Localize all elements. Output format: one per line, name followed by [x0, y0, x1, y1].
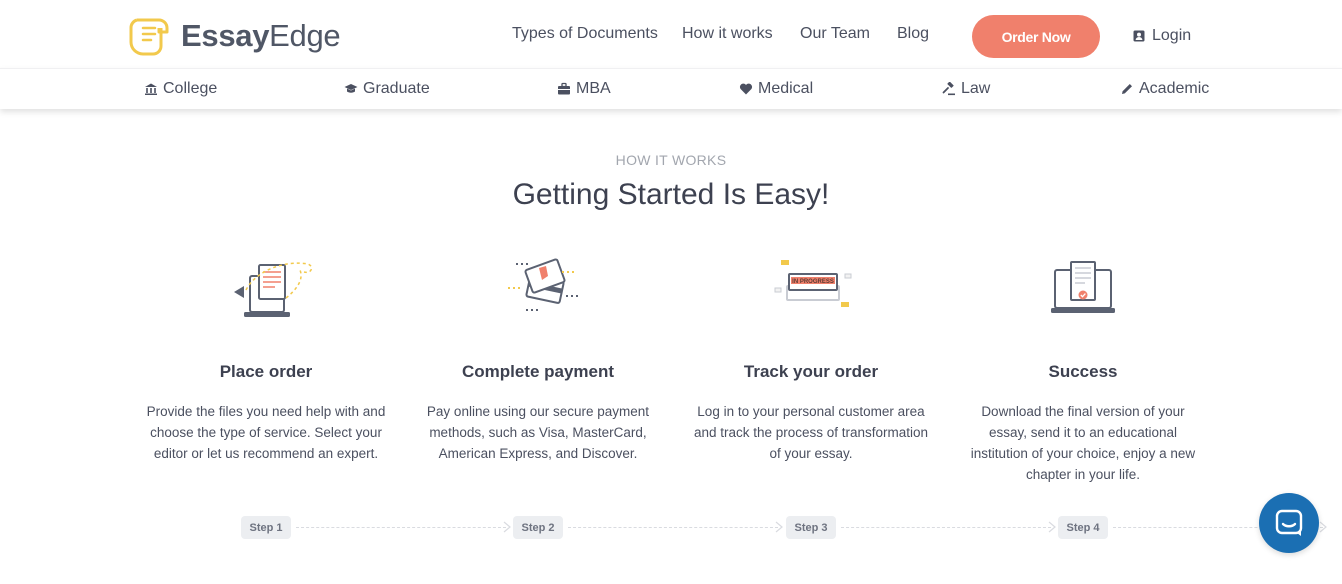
subnav-label: Law: [961, 80, 991, 97]
nav-our-team[interactable]: Our Team: [800, 25, 870, 43]
step-connector: [296, 527, 506, 528]
step-title: Complete payment: [461, 362, 615, 381]
step-pill: Step 2: [513, 516, 563, 539]
step-title: Success: [1048, 362, 1118, 381]
nav-types-of-documents[interactable]: Types of Documents: [512, 25, 658, 43]
step-connector: [568, 527, 778, 528]
briefcase-icon: [558, 82, 570, 95]
nav-blog[interactable]: Blog: [897, 25, 929, 43]
section-title: Getting Started Is Easy!: [512, 178, 830, 211]
step-description: Pay online using our secure payment meth…: [426, 404, 650, 461]
step-title: Place order: [219, 362, 313, 381]
arrow-right-icon: [1319, 521, 1327, 533]
step-pill: Step 1: [241, 516, 291, 539]
subnav-label: Medical: [758, 80, 814, 97]
step-pill: Step 4: [1058, 516, 1108, 539]
arrow-right-icon: [775, 521, 783, 533]
user-icon: [1133, 30, 1145, 42]
step-progress: Step 1 Step 2 Step 3 Step 4: [0, 516, 1342, 540]
subnav-law[interactable]: Law: [942, 80, 990, 98]
subnav-academic[interactable]: Academic: [1120, 80, 1209, 98]
step-card: Success Download the final version of yo…: [963, 250, 1203, 482]
step-card: Complete payment Pay online using our se…: [418, 250, 658, 461]
subnav-mba[interactable]: MBA: [557, 80, 611, 98]
login-link[interactable]: Login: [1133, 27, 1191, 45]
document-category-nav: College Graduate MBA Medical Law Academi…: [0, 68, 1342, 109]
site-header: EssayEdge Types of Documents How it work…: [0, 0, 1342, 68]
chat-bubble-icon: [1275, 509, 1303, 536]
heart-icon: [739, 83, 753, 95]
step-pill: Step 3: [786, 516, 836, 539]
subnav-label: Graduate: [363, 80, 430, 97]
pencil-icon: [1122, 84, 1132, 94]
subnav-graduate[interactable]: Graduate: [344, 80, 430, 98]
chat-launcher-button[interactable]: [1259, 493, 1319, 553]
logo-icon: [129, 18, 169, 56]
step-connector: [841, 527, 1051, 528]
in-progress-badge: IN PROGRESS: [792, 279, 834, 285]
step-description: Log in to your personal customer area an…: [693, 404, 929, 461]
order-now-button[interactable]: Order Now: [972, 15, 1100, 58]
subnav-label: Academic: [1139, 80, 1210, 97]
step-description: Download the final version of your essay…: [970, 404, 1196, 482]
step-card: IN PROGRESS Track your order Log in to y…: [691, 250, 931, 461]
laptop-upload-illustration: [234, 262, 313, 317]
logo[interactable]: EssayEdge: [129, 14, 341, 58]
graduation-cap-icon: [344, 84, 358, 93]
step-card: Place order Provide the files you need h…: [146, 250, 386, 461]
arrow-right-icon: [503, 521, 511, 533]
logo-wordmark: EssayEdge: [181, 18, 341, 53]
step-description: Provide the files you need help with and…: [146, 404, 386, 461]
subnav-label: College: [163, 80, 218, 97]
subnav-medical[interactable]: Medical: [739, 80, 813, 98]
arrow-right-icon: [1048, 521, 1056, 533]
gavel-icon: [942, 82, 955, 96]
institution-icon: [145, 83, 157, 95]
subnav-label: MBA: [576, 80, 611, 97]
login-label: Login: [1152, 27, 1192, 44]
step-title: Track your order: [743, 362, 879, 381]
in-progress-illustration: IN PROGRESS: [774, 260, 852, 307]
laptop-document-check-illustration: [1051, 261, 1115, 313]
credit-cards-illustration: [508, 258, 578, 311]
nav-how-it-works[interactable]: How it works: [682, 25, 773, 43]
subnav-college[interactable]: College: [144, 80, 217, 98]
section-eyebrow: HOW IT WORKS: [615, 152, 727, 168]
